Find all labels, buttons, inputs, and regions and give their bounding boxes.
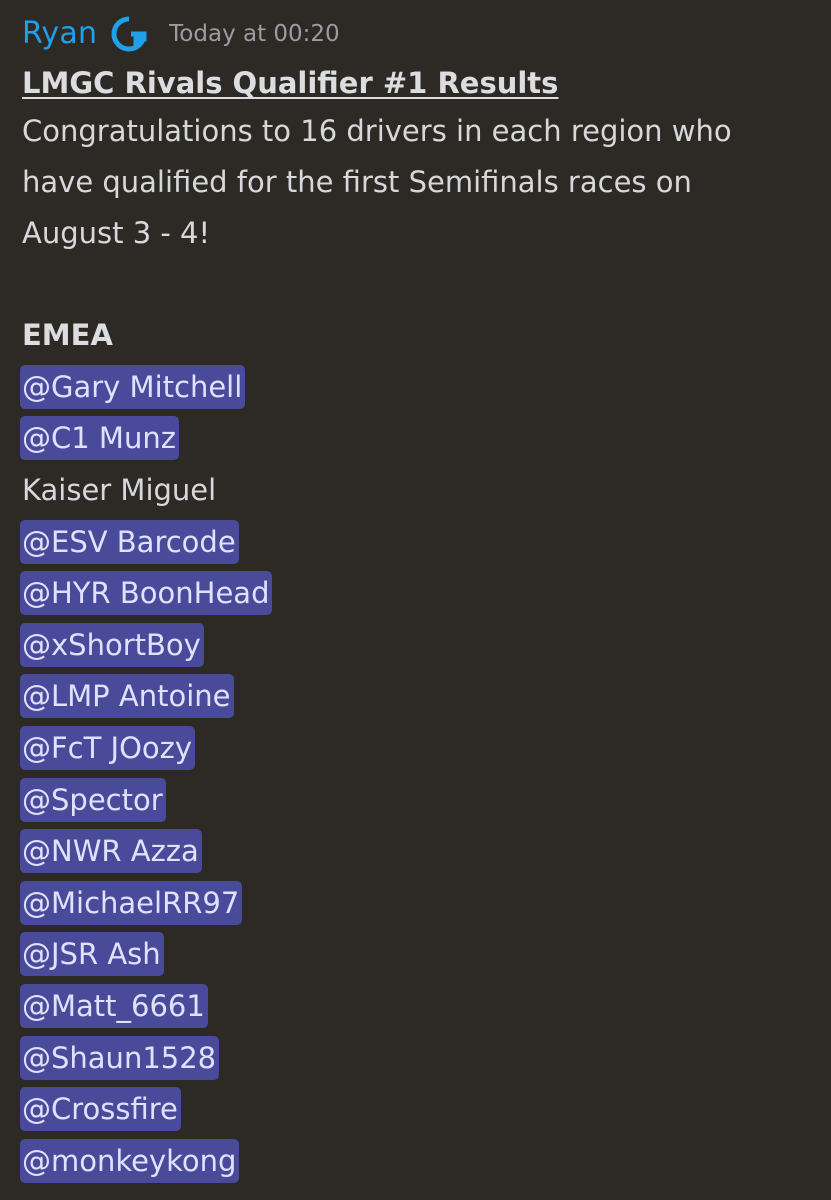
user-mention[interactable]: @Gary Mitchell [20,364,246,409]
message-header: Ryan Today at 00:20 [22,10,822,58]
driver-list-item: @monkeykong [20,1135,822,1187]
user-mention[interactable]: @xShortBoy [20,622,204,667]
user-mention[interactable]: @NWR Azza [20,829,202,874]
user-mention[interactable]: @Shaun1528 [20,1035,220,1080]
user-mention[interactable]: @HYR BoonHead [20,571,273,616]
driver-list-item: Kaiser Miguel [22,464,822,516]
user-mention[interactable]: @monkeykong [20,1138,240,1183]
intro-line: Congratulations to 16 drivers in each re… [22,114,732,148]
intro-line: have qualified for the first Semifinals … [22,165,692,199]
driver-list-item: @C1 Munz [20,413,822,465]
driver-list-item: @FcT JOozy [20,722,822,774]
driver-list-item: @Crossfire [20,1083,822,1135]
user-mention[interactable]: @MichaelRR97 [20,880,243,925]
message-title: LMGC Rivals Qualifier #1 Results [22,66,559,100]
driver-list-item: @Spector [20,774,822,826]
user-mention[interactable]: @JSR Ash [20,932,164,977]
user-mention[interactable]: @FcT JOozy [20,725,196,770]
driver-list-item: @JSR Ash [20,929,822,981]
chat-message: Ryan Today at 00:20 LMGC Rivals Qualifie… [20,10,822,1187]
user-mention[interactable]: @C1 Munz [20,416,179,461]
author-name[interactable]: Ryan [22,10,97,58]
driver-name: Kaiser Miguel [22,472,217,507]
driver-list-item: @ESV Barcode [20,516,822,568]
message-timestamp: Today at 00:20 [169,21,340,47]
driver-list-item: @NWR Azza [20,825,822,877]
driver-list-item: @LMP Antoine [20,671,822,723]
user-mention[interactable]: @LMP Antoine [20,674,234,719]
user-mention[interactable]: @Spector [20,777,166,822]
intro-text: Congratulations to 16 drivers in each re… [22,106,822,259]
user-mention[interactable]: @ESV Barcode [20,519,239,564]
driver-list-item: @Gary Mitchell [20,361,822,413]
driver-list-item: @xShortBoy [20,619,822,671]
region-heading: EMEA [22,318,113,352]
driver-list-item: @Shaun1528 [20,1032,822,1084]
driver-list: @Gary Mitchell @C1 Munz Kaiser Miguel @ESV … [20,361,822,1187]
user-mention[interactable]: @Matt_6661 [20,983,208,1028]
intro-line: August 3 - 4! [22,216,211,250]
driver-list-item: @MichaelRR97 [20,877,822,929]
driver-list-item: @HYR BoonHead [20,567,822,619]
logitech-g-icon[interactable] [111,16,147,52]
driver-list-item: @Matt_6661 [20,980,822,1032]
user-mention[interactable]: @Crossfire [20,1087,181,1132]
